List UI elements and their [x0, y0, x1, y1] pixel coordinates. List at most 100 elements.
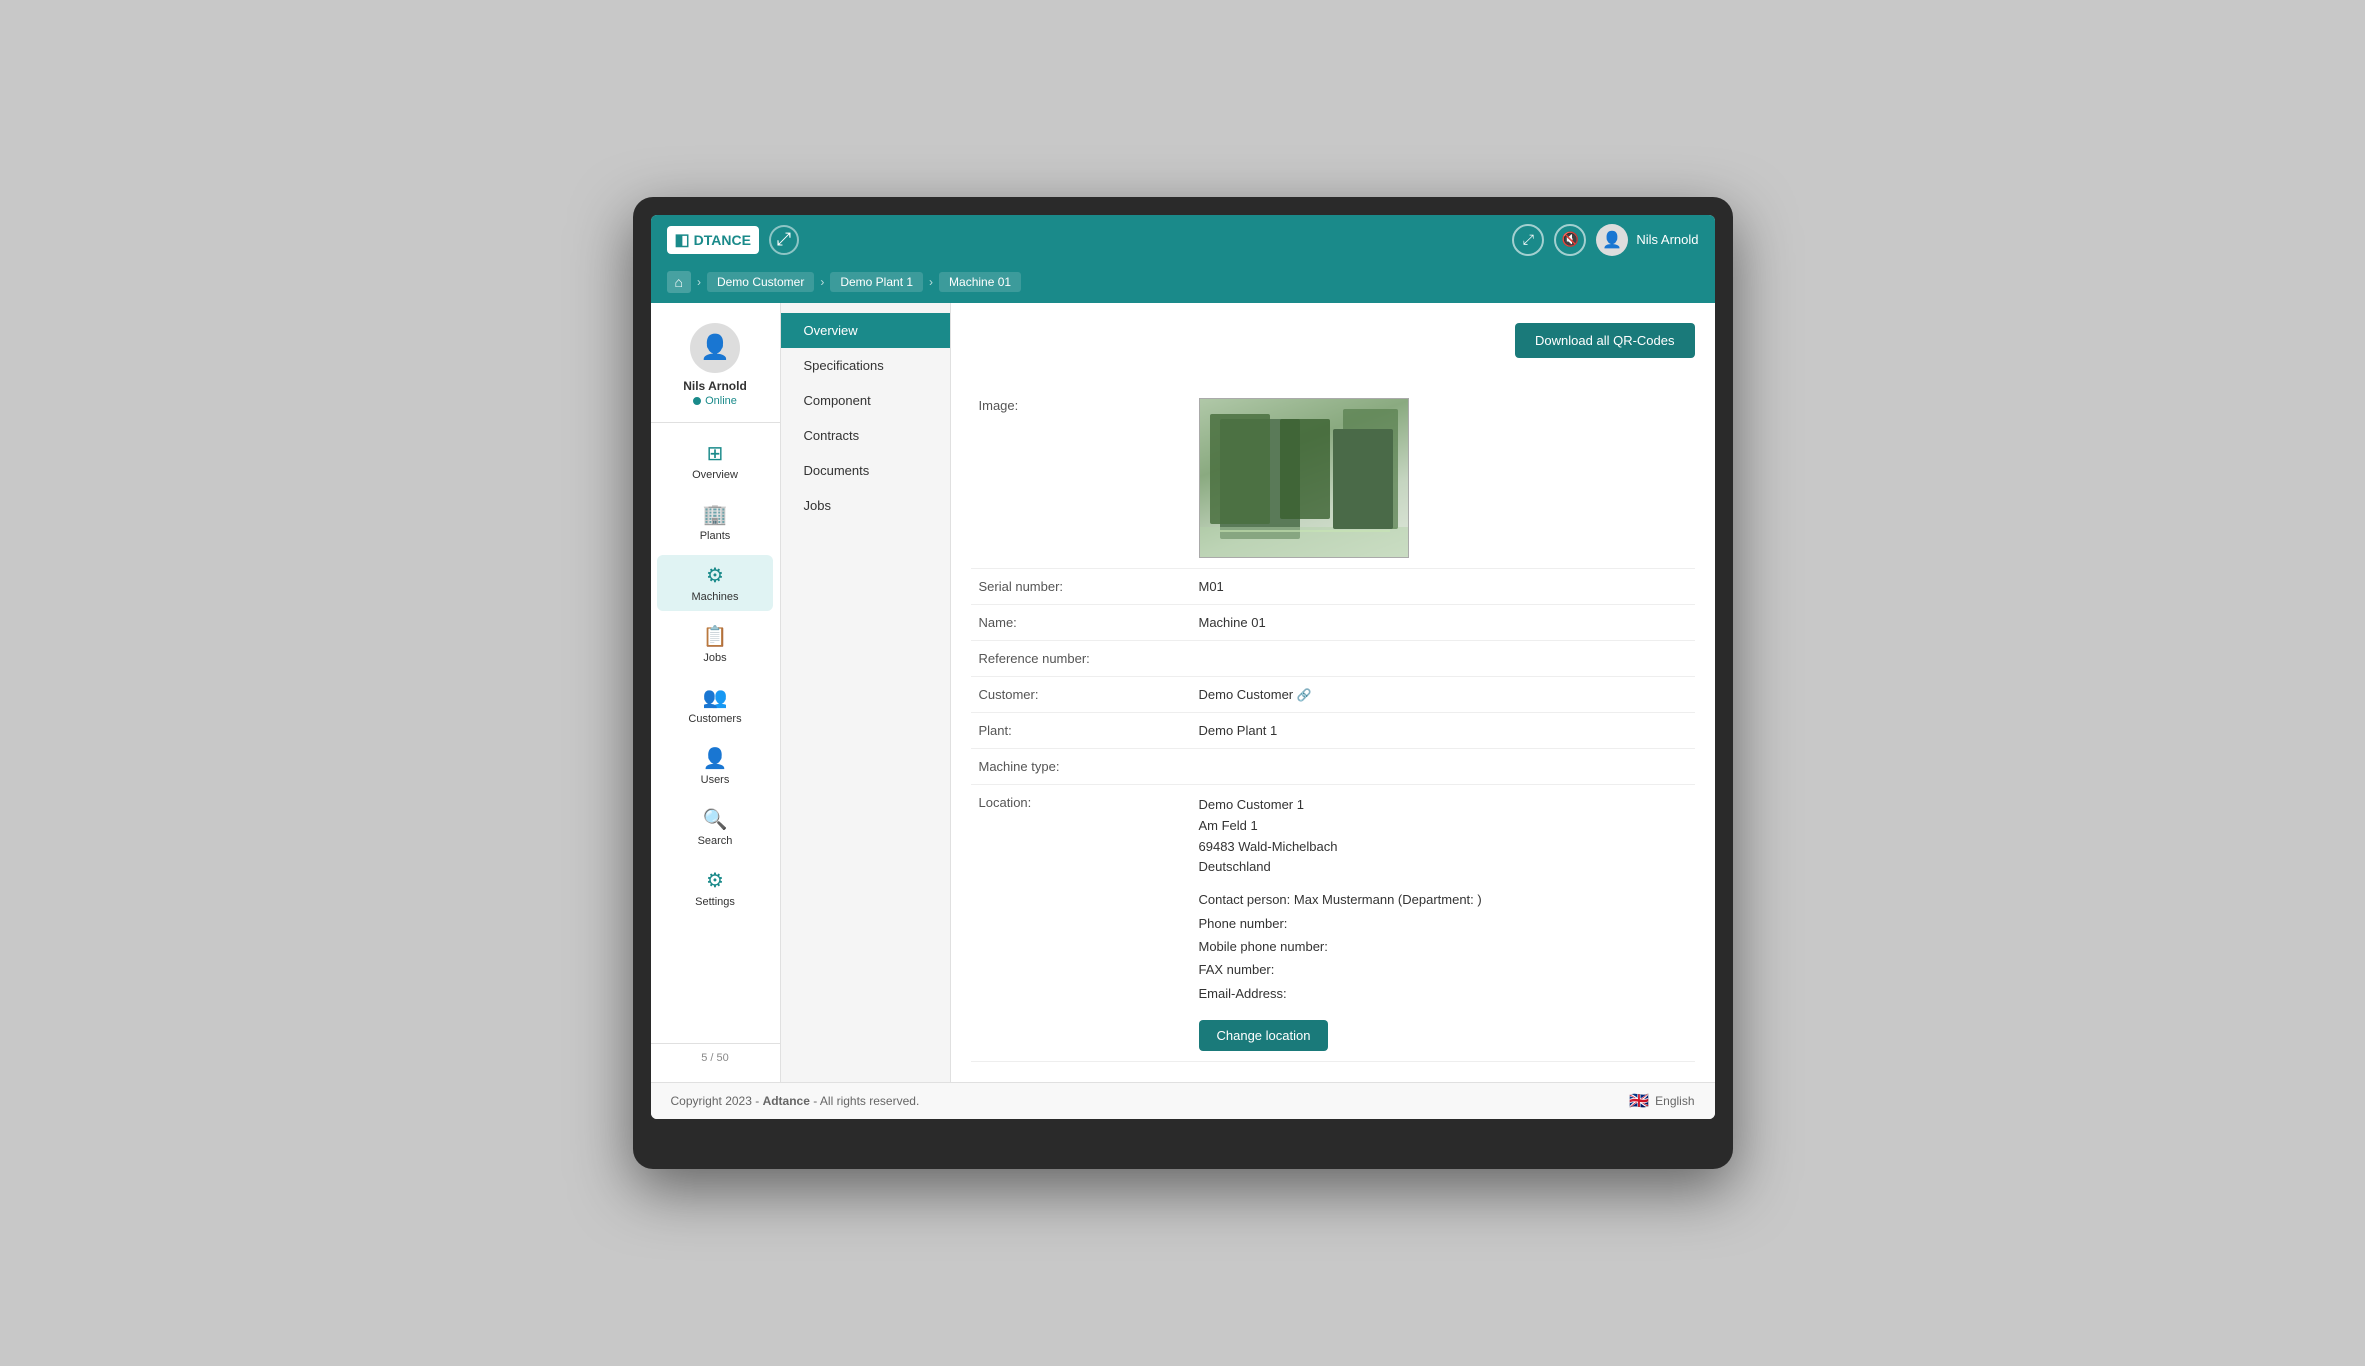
mobile-row: Mobile phone number: [1199, 935, 1687, 958]
image-label: Image: [971, 388, 1191, 569]
search-icon: 🔍 [703, 807, 728, 832]
brand-name: Adtance [763, 1094, 810, 1108]
top-bar-right: ⤢ 🔇 👤 Nils Arnold [1512, 224, 1698, 256]
table-row: Reference number: [971, 640, 1695, 676]
sidebar-item-machines[interactable]: ⚙ Machines [657, 555, 773, 611]
fax-row: FAX number: [1199, 958, 1687, 981]
customer-label: Customer: [971, 676, 1191, 712]
contact-info: Contact person: Max Mustermann (Departme… [1199, 888, 1687, 1005]
sidebar-username: Nils Arnold [683, 379, 747, 393]
footer-copyright: Copyright 2023 - Adtance - All rights re… [671, 1094, 920, 1108]
language-selector[interactable]: 🇬🇧 English [1629, 1091, 1694, 1111]
table-row: Name: Machine 01 [971, 604, 1695, 640]
phone-label: Phone number: [1199, 916, 1288, 931]
location-company: Demo Customer 1 [1199, 795, 1687, 816]
location-postal: 69483 Wald-Michelbach [1199, 837, 1687, 858]
avatar: 👤 [1596, 224, 1628, 256]
email-label: Email-Address: [1199, 986, 1287, 1001]
sub-nav-component[interactable]: Component [781, 383, 950, 418]
sidebar-item-overview[interactable]: ⊞ Overview [657, 433, 773, 489]
customer-value: Demo Customer 🔗 [1191, 676, 1695, 712]
plants-icon: 🏢 [703, 502, 728, 527]
top-bar: ◧ DTANCE ⤢ ⤢ 🔇 👤 Nils Arnold [651, 215, 1715, 265]
breadcrumb-sep-1: › [697, 275, 701, 289]
sidebar-footer: 5 / 50 [651, 1043, 780, 1072]
breadcrumb-home[interactable]: ⌂ [667, 271, 691, 293]
status-dot [693, 397, 701, 405]
plant-value: Demo Plant 1 [1191, 712, 1695, 748]
sub-nav-documents[interactable]: Documents [781, 453, 950, 488]
image-cell [1191, 388, 1695, 569]
table-row: Plant: Demo Plant 1 [971, 712, 1695, 748]
sub-nav-specifications[interactable]: Specifications [781, 348, 950, 383]
name-label: Name: [971, 604, 1191, 640]
table-row: Serial number: M01 [971, 568, 1695, 604]
mute-button[interactable]: 🔇 [1554, 224, 1586, 256]
breadcrumb-machine[interactable]: Machine 01 [939, 272, 1021, 292]
sidebar-status: Online [693, 395, 737, 407]
sub-nav-contracts[interactable]: Contracts [781, 418, 950, 453]
serial-value: M01 [1191, 568, 1695, 604]
customer-link-icon[interactable]: 🔗 [1297, 688, 1312, 702]
download-qr-button[interactable]: Download all QR-Codes [1515, 323, 1694, 358]
flag-icon: 🇬🇧 [1629, 1091, 1649, 1111]
sidebar-item-settings[interactable]: ⚙ Settings [657, 860, 773, 916]
screen: ◧ DTANCE ⤢ ⤢ 🔇 👤 Nils Arnold ⌂ › Demo Cu… [651, 215, 1715, 1119]
rights-text: - All rights reserved. [813, 1094, 919, 1108]
logo-text: DTANCE [694, 232, 751, 248]
name-value: Machine 01 [1191, 604, 1695, 640]
machinetype-label: Machine type: [971, 748, 1191, 784]
sidebar-item-plants[interactable]: 🏢 Plants [657, 494, 773, 550]
user-name: Nils Arnold [1636, 232, 1698, 247]
sidebar-nav: ⊞ Overview 🏢 Plants ⚙ Machines 📋 Jobs [651, 423, 780, 1043]
sidebar-label-settings: Settings [695, 896, 735, 908]
change-location-wrapper: Change location [1199, 1005, 1687, 1051]
refnum-label: Reference number: [971, 640, 1191, 676]
sidebar-item-jobs[interactable]: 📋 Jobs [657, 616, 773, 672]
users-icon: 👤 [703, 746, 728, 771]
breadcrumb-demo-customer[interactable]: Demo Customer [707, 272, 814, 292]
location-country: Deutschland [1199, 857, 1687, 878]
language-label: English [1655, 1094, 1694, 1108]
main-content: Download all QR-Codes Image: [951, 303, 1715, 1082]
sub-nav-jobs[interactable]: Jobs [781, 488, 950, 523]
sidebar-label-machines: Machines [691, 591, 738, 603]
detail-table: Image: [971, 388, 1695, 1062]
refnum-value [1191, 640, 1695, 676]
machinetype-value [1191, 748, 1695, 784]
top-bar-left: ◧ DTANCE ⤢ [667, 225, 799, 255]
sidebar-label-plants: Plants [700, 530, 731, 542]
settings-icon: ⚙ [706, 868, 724, 893]
sidebar-user: 👤 Nils Arnold Online [651, 313, 780, 423]
fax-label: FAX number: [1199, 962, 1275, 977]
sidebar-label-overview: Overview [692, 469, 738, 481]
location-value: Demo Customer 1 Am Feld 1 69483 Wald-Mic… [1191, 784, 1695, 1061]
expand-icon[interactable]: ⤢ [769, 225, 799, 255]
sidebar: 👤 Nils Arnold Online ⊞ Overview 🏢 Plants [651, 303, 781, 1082]
breadcrumb-sep-2: › [820, 275, 824, 289]
laptop-frame: ◧ DTANCE ⤢ ⤢ 🔇 👤 Nils Arnold ⌂ › Demo Cu… [633, 197, 1733, 1169]
app-logo[interactable]: ◧ DTANCE [667, 226, 759, 254]
plant-label: Plant: [971, 712, 1191, 748]
change-location-button[interactable]: Change location [1199, 1020, 1329, 1051]
footer-bar: Copyright 2023 - Adtance - All rights re… [651, 1082, 1715, 1119]
customers-icon: 👥 [703, 685, 728, 710]
breadcrumb-demo-plant[interactable]: Demo Plant 1 [830, 272, 923, 292]
contact-person-row: Contact person: Max Mustermann (Departme… [1199, 888, 1687, 911]
sub-sidebar: Overview Specifications Component Contra… [781, 303, 951, 1082]
breadcrumb-sep-3: › [929, 275, 933, 289]
sidebar-label-search: Search [698, 835, 733, 847]
content-header: Download all QR-Codes [971, 323, 1695, 378]
table-row: Image: [971, 388, 1695, 569]
user-menu[interactable]: 👤 Nils Arnold [1596, 224, 1698, 256]
sub-nav-overview[interactable]: Overview [781, 313, 950, 348]
sidebar-item-users[interactable]: 👤 Users [657, 738, 773, 794]
sidebar-avatar: 👤 [690, 323, 740, 373]
machine-image [1199, 398, 1409, 558]
main-layout: 👤 Nils Arnold Online ⊞ Overview 🏢 Plants [651, 303, 1715, 1082]
fullscreen-button[interactable]: ⤢ [1512, 224, 1544, 256]
jobs-icon: 📋 [703, 624, 728, 649]
sidebar-item-search[interactable]: 🔍 Search [657, 799, 773, 855]
sidebar-item-customers[interactable]: 👥 Customers [657, 677, 773, 733]
overview-icon: ⊞ [707, 441, 724, 466]
